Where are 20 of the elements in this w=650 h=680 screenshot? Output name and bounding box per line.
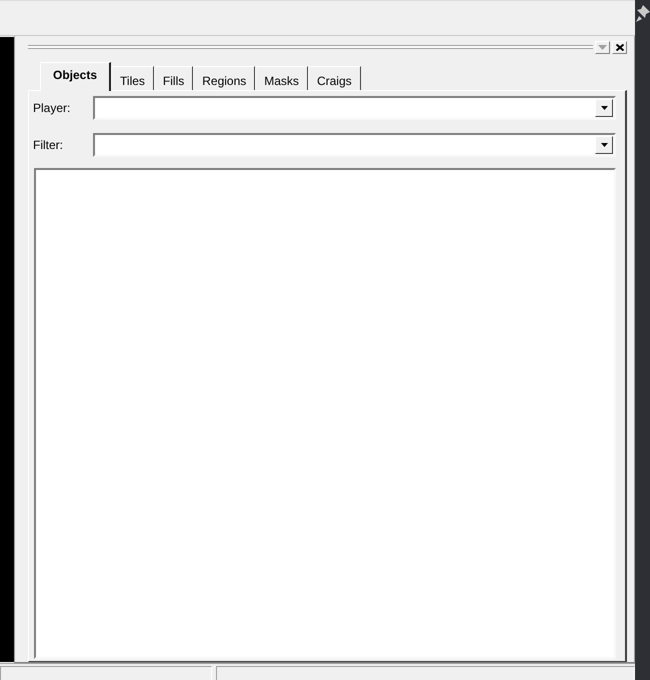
dropdown-field[interactable] bbox=[93, 96, 616, 120]
dropdown-button[interactable] bbox=[595, 136, 613, 154]
close-icon bbox=[616, 44, 624, 50]
field-label: Player: bbox=[33, 101, 72, 115]
tab[interactable]: Fills bbox=[154, 66, 194, 90]
tab[interactable]: Objects bbox=[40, 62, 112, 91]
close-button[interactable] bbox=[612, 40, 627, 54]
title-grip[interactable] bbox=[28, 45, 593, 49]
caret-icon bbox=[600, 143, 608, 147]
tab[interactable]: Craigs bbox=[308, 66, 361, 90]
pin-icon[interactable] bbox=[636, 5, 650, 25]
field-label: Filter: bbox=[33, 138, 64, 152]
tab[interactable]: Regions bbox=[193, 66, 256, 90]
options-button[interactable] bbox=[595, 40, 610, 54]
dropdown-button[interactable] bbox=[595, 99, 613, 117]
caret-icon bbox=[600, 106, 608, 110]
dropdown-field[interactable] bbox=[93, 133, 616, 157]
caret-icon bbox=[598, 44, 607, 50]
tab[interactable]: Masks bbox=[255, 66, 308, 90]
tab[interactable]: Tiles bbox=[111, 66, 154, 90]
